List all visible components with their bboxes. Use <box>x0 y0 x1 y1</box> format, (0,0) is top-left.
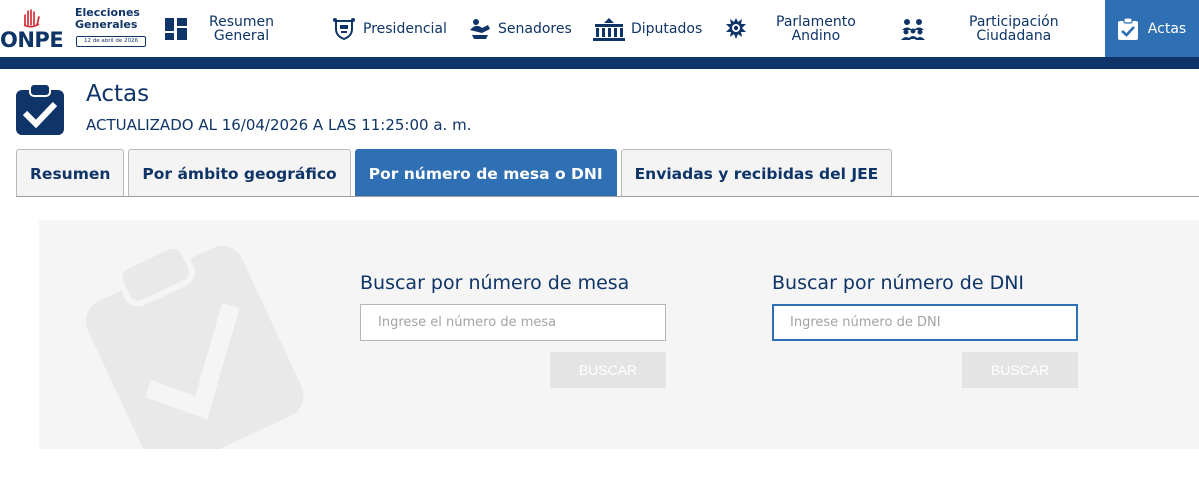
top-navbar: ONPE Elecciones Generales 12 de abril de… <box>0 0 1199 57</box>
nav-label: Parlamento Andino <box>776 15 856 43</box>
election-date-badge: 12 de abril de 2026 <box>76 36 146 47</box>
tab-resumen[interactable]: Resumen <box>16 149 125 197</box>
clipboard-check-watermark-icon <box>85 242 304 449</box>
navbar-underline <box>0 57 1199 69</box>
search-panel: Buscar por número de mesa BUSCAR Buscar … <box>39 220 1199 449</box>
nav-label-line: Andino <box>791 27 841 44</box>
last-updated-text: ACTUALIZADO AL 16/04/2026 A LAS 11:25:00… <box>86 116 472 134</box>
tab-divider <box>16 196 1199 197</box>
nav-label-line: Parlamento <box>776 13 856 30</box>
dni-search-title: Buscar por número de DNI <box>772 272 1025 294</box>
onpe-logo[interactable]: ONPE Elecciones Generales 12 de abril de… <box>0 3 152 53</box>
nav-label: Presidencial <box>363 20 447 37</box>
nav-label: Diputados <box>631 20 703 37</box>
mesa-search-button[interactable]: BUSCAR <box>550 352 666 388</box>
election-line-2: Generales <box>75 18 138 31</box>
congress-building-icon <box>593 17 625 41</box>
clipboard-check-icon <box>1117 17 1138 40</box>
tab-jee[interactable]: Enviadas y recibidas del JEE <box>620 149 893 197</box>
dni-number-input[interactable] <box>772 304 1078 341</box>
nav-label-line: Participación <box>969 13 1059 30</box>
nav-senadores[interactable]: Senadores <box>468 0 583 57</box>
tab-bar: Resumen Por ámbito geográfico Por número… <box>16 149 893 197</box>
hand-logo-icon <box>23 9 40 28</box>
nav-label: Participación Ciudadana <box>969 15 1059 43</box>
nav-actas[interactable]: Actas <box>1105 0 1199 57</box>
nav-label: Actas <box>1147 20 1187 37</box>
senate-icon <box>470 18 490 39</box>
nav-label: Senadores <box>498 20 572 37</box>
nav-label-line: Resumen <box>209 13 275 30</box>
nav-parlamento-andino[interactable]: Parlamento Andino <box>724 0 864 57</box>
mesa-number-input[interactable] <box>360 304 666 341</box>
nav-label: Resumen General <box>209 15 274 43</box>
election-name: Elecciones Generales <box>75 7 140 31</box>
clipboard-check-icon <box>16 84 64 135</box>
andean-parliament-icon <box>726 17 746 39</box>
tab-mesa-dni[interactable]: Por número de mesa o DNI <box>354 149 617 197</box>
nav-label-line: General <box>213 27 270 44</box>
nav-presidencial[interactable]: Presidencial <box>332 0 457 57</box>
mesa-search-section: Buscar por número de mesa <box>360 272 629 294</box>
logo-wordmark: ONPE <box>0 28 64 52</box>
dashboard-icon <box>165 17 187 40</box>
nav-diputados[interactable]: Diputados <box>593 0 713 57</box>
page-title: Actas <box>86 81 150 107</box>
mesa-search-title: Buscar por número de mesa <box>360 272 630 294</box>
dni-search-button[interactable]: BUSCAR <box>962 352 1078 388</box>
tab-ambito-geografico[interactable]: Por ámbito geográfico <box>128 149 351 197</box>
nav-label-line: Ciudadana <box>976 27 1052 44</box>
dni-search-section: Buscar por número de DNI <box>772 272 1024 294</box>
coat-of-arms-icon <box>333 17 355 40</box>
nav-participacion-ciudadana[interactable]: Participación Ciudadana <box>900 0 1080 57</box>
nav-resumen-general[interactable]: Resumen General <box>165 0 305 57</box>
people-icon <box>901 18 925 40</box>
